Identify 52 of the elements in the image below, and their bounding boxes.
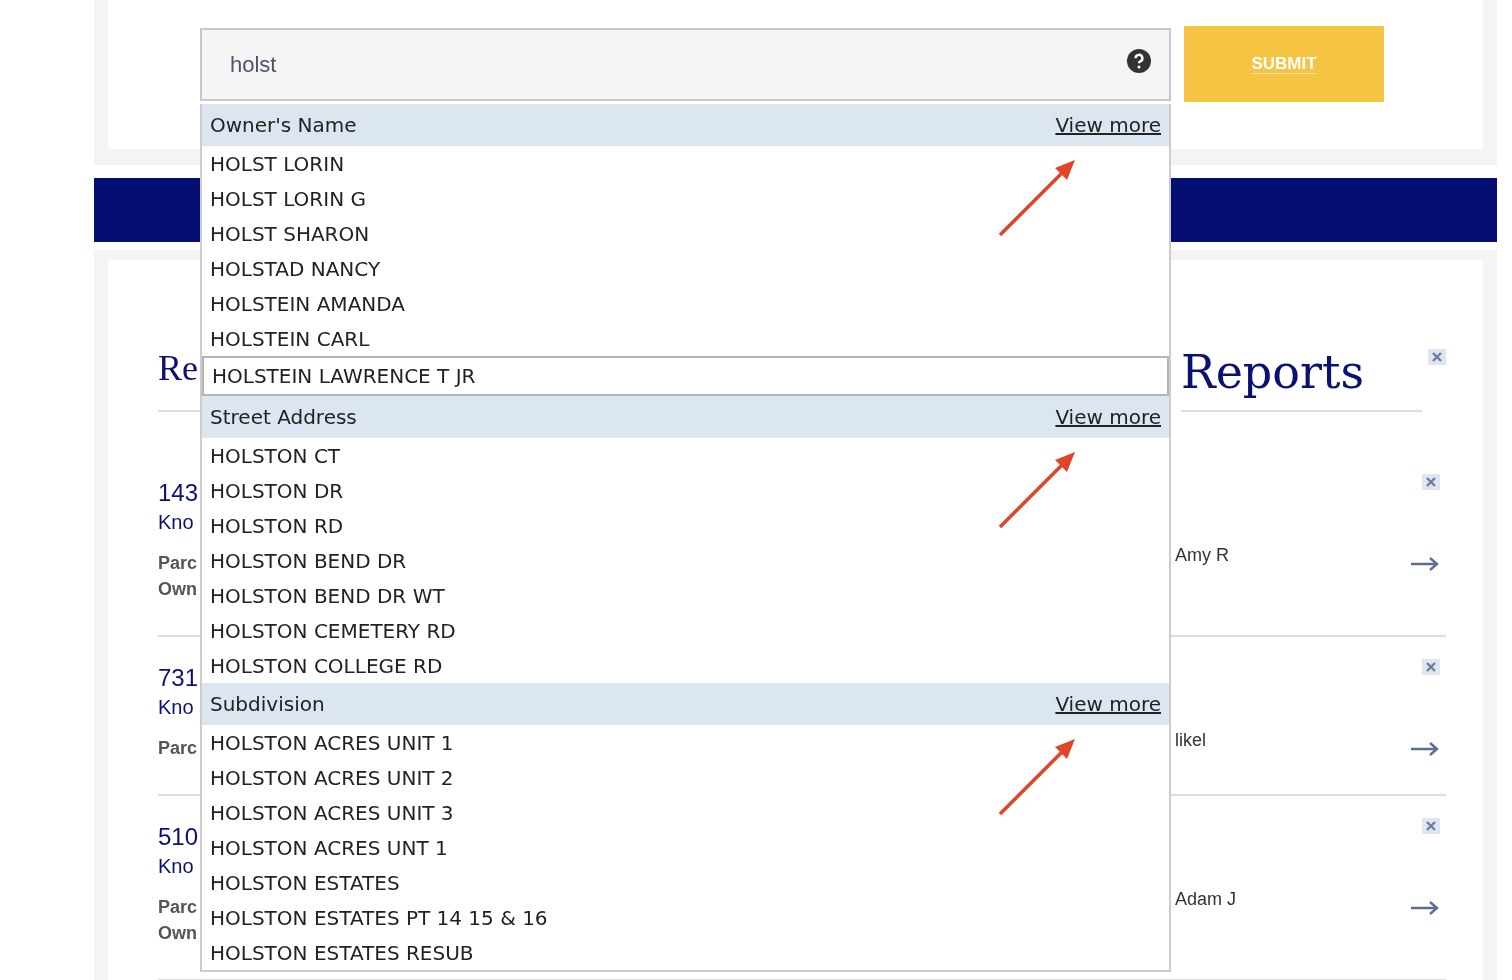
close-button[interactable]	[1422, 659, 1440, 675]
field-label: Own	[158, 922, 198, 945]
owner-name: Adam J	[1175, 888, 1237, 911]
suggestion-item[interactable]: HOLSTEIN CARL	[202, 321, 1169, 356]
arrow-icon[interactable]	[1410, 741, 1440, 757]
close-button[interactable]	[1422, 474, 1440, 490]
suggestion-item[interactable]: HOLSTON CEMETERY RD	[202, 613, 1169, 648]
section-title: Reports	[1181, 344, 1365, 401]
section-title: Re	[158, 347, 198, 390]
suggestion-item[interactable]: HOLSTON ESTATES PT 14 15 & 16	[202, 900, 1169, 935]
suggestion-item[interactable]: HOLSTON BEND DR	[202, 543, 1169, 578]
suggestion-item[interactable]: HOLSTON BEND DR WT	[202, 578, 1169, 613]
group-title: Street Address	[210, 405, 357, 429]
suggestion-item[interactable]: HOLSTON COLLEGE RD	[202, 648, 1169, 683]
result-link[interactable]: 143	[158, 480, 199, 506]
owner-name: likel	[1175, 729, 1206, 752]
suggestion-item[interactable]: HOLST SHARON	[202, 216, 1169, 251]
arrow-icon[interactable]	[1410, 556, 1440, 572]
result-link[interactable]: 731	[158, 665, 199, 691]
field-label: Parc	[158, 552, 198, 575]
view-more-link[interactable]: View more	[1055, 405, 1161, 429]
suggestion-item[interactable]: HOLSTON RD	[202, 508, 1169, 543]
close-button[interactable]	[1422, 818, 1440, 834]
close-button[interactable]	[1428, 349, 1446, 365]
suggestion-item[interactable]: HOLST LORIN G	[202, 181, 1169, 216]
suggestion-item[interactable]: HOLSTAD NANCY	[202, 251, 1169, 286]
result-link[interactable]: Kno	[158, 850, 194, 882]
field-label: Parc	[158, 737, 198, 760]
search-field[interactable]: holst	[200, 28, 1171, 101]
suggestion-item[interactable]: HOLSTON ESTATES	[202, 865, 1169, 900]
owner-name: Amy R	[1175, 544, 1229, 567]
suggestion-item[interactable]: HOLSTON CT	[202, 438, 1169, 473]
suggestion-item[interactable]: HOLSTON ACRES UNIT 1	[202, 725, 1169, 760]
suggestion-item[interactable]: HOLSTEIN AMANDA	[202, 286, 1169, 321]
group-title: Subdivision	[210, 692, 325, 716]
result-link[interactable]: 510	[158, 824, 199, 850]
suggestion-item[interactable]: HOLSTON ACRES UNIT 2	[202, 760, 1169, 795]
result-link[interactable]: Kno	[158, 691, 194, 723]
help-icon[interactable]	[1127, 49, 1151, 73]
suggestion-item[interactable]: HOLSTEIN LAWRENCE T JR	[202, 356, 1169, 396]
suggestion-item[interactable]: HOLSTON ACRES UNT 1	[202, 830, 1169, 865]
suggestion-item[interactable]: HOLSTON DR	[202, 473, 1169, 508]
field-label: Parc	[158, 896, 198, 919]
result-link[interactable]: Kno	[158, 506, 194, 538]
group-title: Owner's Name	[210, 113, 357, 137]
suggestion-item[interactable]: HOLST LORIN	[202, 146, 1169, 181]
field-label: Own	[158, 578, 198, 601]
suggestion-item[interactable]: HOLSTON ACRES UNIT 3	[202, 795, 1169, 830]
view-more-link[interactable]: View more	[1055, 692, 1161, 716]
view-more-link[interactable]: View more	[1055, 113, 1161, 137]
arrow-icon[interactable]	[1410, 900, 1440, 916]
suggestion-item[interactable]: HOLSTON ESTATES RESUB	[202, 935, 1169, 970]
